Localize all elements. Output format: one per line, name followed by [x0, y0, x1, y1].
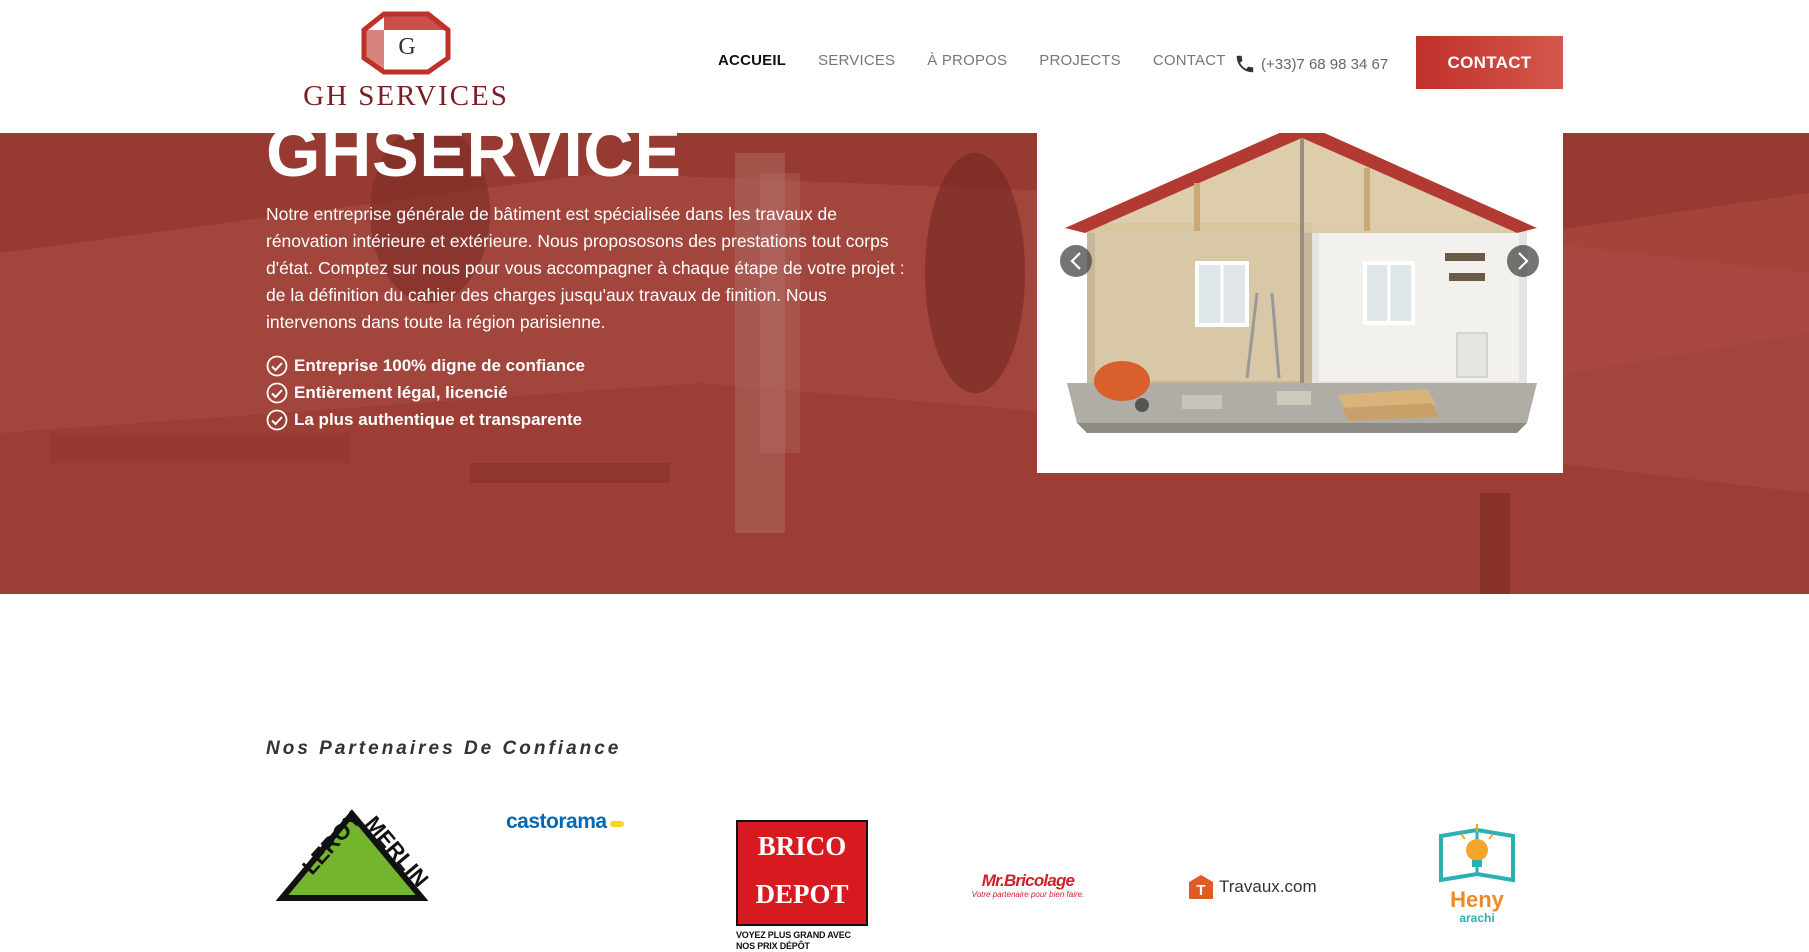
feature-item: La plus authentique et transparente [266, 406, 585, 433]
feature-item: Entièrement légal, licencié [266, 379, 585, 406]
chevron-left-icon [1070, 252, 1081, 270]
brico-depot-wordmark: BRICO DEPOT [738, 822, 866, 924]
partner-logo-leroy-merlin[interactable]: LEROY MERLIN [272, 806, 432, 906]
image-slider [1037, 133, 1563, 473]
hero-section: GHSERVICE Notre entreprise générale de b… [0, 133, 1809, 594]
svg-text:T: T [1196, 882, 1205, 899]
svg-text:G: G [398, 34, 415, 60]
slider-next-button[interactable] [1507, 245, 1539, 277]
phone-link[interactable]: (+33)7 68 98 34 67 [1234, 53, 1388, 75]
brico-depot-box: BRICO DEPOT [736, 820, 868, 926]
nav-item-projects[interactable]: PROJECTS [1039, 52, 1121, 69]
hero-description: Notre entreprise générale de bâtiment es… [266, 204, 905, 332]
site-header: G GH SERVICES ACCUEIL SERVICES À PROPOS … [0, 0, 1809, 133]
check-circle-icon [266, 409, 288, 430]
castorama-wordmark: castorama [506, 810, 607, 833]
partner-logo-mr-bricolage[interactable]: Mr.Bricolage Votre partenaire pour bien … [958, 871, 1098, 900]
logo[interactable]: G GH SERVICES [276, 10, 536, 112]
nav-item-contact[interactable]: CONTACT [1153, 52, 1226, 69]
phone-number: (+33)7 68 98 34 67 [1261, 55, 1389, 73]
mr-bricolage-tagline: Votre partenaire pour bien faire. [971, 890, 1085, 899]
hero-title: GHSERVICE [266, 133, 682, 191]
castorama-dash-icon [609, 820, 624, 827]
feature-item: Entreprise 100% digne de confiance [266, 352, 585, 379]
feature-list: Entreprise 100% digne de confiance Entiè… [266, 352, 585, 433]
partner-logo-travaux[interactable]: T Travaux.com [1188, 874, 1317, 900]
travaux-wordmark: Travaux.com [1219, 877, 1317, 896]
mr-bricolage-wordmark: Mr.Bricolage [981, 871, 1075, 890]
partner-logo-heny[interactable]: Heny arachi [1430, 822, 1524, 924]
partner-logo-castorama[interactable]: castorama [506, 810, 624, 834]
phone-icon [1236, 55, 1254, 73]
check-circle-icon [266, 355, 288, 376]
check-circle-icon [266, 382, 288, 403]
contact-button[interactable]: CONTACT [1416, 36, 1563, 89]
travaux-house-icon: T [1189, 875, 1213, 899]
feature-label: Entreprise 100% digne de confiance [294, 355, 585, 375]
nav-item-accueil[interactable]: ACCUEIL [718, 52, 786, 69]
partner-logo-brico-depot[interactable]: BRICO DEPOT VOYEZ PLUS GRAND AVEC NOS PR… [736, 820, 868, 952]
chevron-right-icon [1518, 252, 1529, 270]
nav-item-services[interactable]: SERVICES [818, 52, 895, 69]
logo-text: GH SERVICES [303, 80, 509, 112]
heny-book-bulb-icon [1439, 824, 1515, 883]
slider-prev-button[interactable] [1060, 245, 1092, 277]
brico-depot-tagline: VOYEZ PLUS GRAND AVEC NOS PRIX DÉPÔT [736, 930, 851, 951]
house-cutaway-image [1065, 133, 1537, 433]
heny-wordmark: Heny [1450, 887, 1504, 912]
logo-cube-icon: G [361, 11, 451, 75]
partners-title: Nos Partenaires De Confiance [266, 738, 622, 759]
feature-label: Entièrement légal, licencié [294, 382, 508, 402]
main-nav: ACCUEIL SERVICES À PROPOS PROJECTS CONTA… [718, 52, 1258, 69]
feature-label: La plus authentique et transparente [294, 409, 583, 429]
heny-subtext: arachi [1459, 911, 1495, 925]
nav-item-a-propos[interactable]: À PROPOS [927, 52, 1007, 69]
